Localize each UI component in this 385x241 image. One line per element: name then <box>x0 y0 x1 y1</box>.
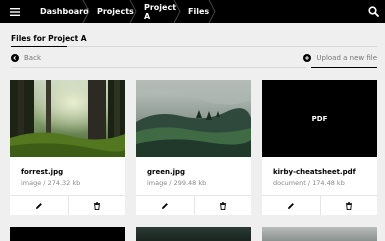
green-hills-photo-thumbnail[interactable] <box>136 80 251 157</box>
title-underline <box>11 46 67 47</box>
file-card-partial[interactable] <box>10 227 125 241</box>
file-card[interactable]: green.jpg image / 299.48 kb <box>136 80 251 215</box>
delete-button[interactable] <box>67 196 126 215</box>
back-label: Back <box>24 54 41 62</box>
file-name[interactable]: forrest.jpg <box>21 168 63 176</box>
breadcrumb-files[interactable]: Files <box>181 0 216 23</box>
breadcrumb-label: Files <box>188 7 210 16</box>
file-name[interactable]: kirby-cheatsheet.pdf <box>273 168 356 176</box>
page-title: Files for Project A <box>11 34 87 43</box>
hamburger-icon <box>10 7 20 16</box>
file-meta: image / 299.48 kb <box>147 179 207 187</box>
pencil-icon <box>161 202 168 209</box>
file-meta: document / 174.48 kb <box>273 179 345 187</box>
trash-icon <box>93 201 100 210</box>
search-button[interactable] <box>361 0 385 23</box>
pdf-label: PDF <box>311 114 328 123</box>
chevron-right-icon <box>129 0 137 23</box>
green-hills-photo-image <box>136 80 251 157</box>
pencil-icon <box>35 202 42 209</box>
edit-button[interactable] <box>136 196 194 215</box>
delete-button[interactable] <box>193 196 252 215</box>
file-card[interactable]: PDF kirby-cheatsheet.pdf document / 174.… <box>262 80 377 215</box>
trash-icon <box>345 201 352 210</box>
breadcrumb: Dashboard Projects Project A Files <box>30 0 216 23</box>
file-meta: image / 274.32 kb <box>21 179 81 187</box>
file-card[interactable]: forrest.jpg image / 274.32 kb <box>10 80 125 215</box>
file-card-partial[interactable] <box>136 227 251 241</box>
forest-photo-thumbnail[interactable] <box>10 80 125 157</box>
top-bar: Dashboard Projects Project A Files <box>0 0 385 23</box>
upload-label: Upload a new file <box>316 54 377 62</box>
upload-underline <box>311 67 377 68</box>
divider <box>11 67 306 68</box>
back-button[interactable]: Back <box>11 54 41 62</box>
chevron-right-icon <box>82 0 90 23</box>
pdf-thumbnail[interactable]: PDF <box>262 80 377 157</box>
breadcrumb-project-a[interactable]: Project A <box>137 0 181 23</box>
upload-button[interactable]: Upload a new file <box>303 54 377 62</box>
delete-button[interactable] <box>319 196 378 215</box>
menu-button[interactable] <box>0 0 30 23</box>
breadcrumb-projects[interactable]: Projects <box>90 0 137 23</box>
file-actions <box>10 195 125 215</box>
chevron-right-icon <box>173 0 181 23</box>
edit-button[interactable] <box>262 196 320 215</box>
pencil-icon <box>287 202 294 209</box>
trash-icon <box>219 201 226 210</box>
arrow-left-circle-icon <box>11 54 19 62</box>
file-actions <box>136 195 251 215</box>
plus-circle-icon <box>303 54 312 62</box>
forest-photo-image <box>10 80 125 157</box>
edit-button[interactable] <box>10 196 68 215</box>
breadcrumb-dashboard[interactable]: Dashboard <box>30 0 90 23</box>
file-card-partial[interactable] <box>262 227 377 241</box>
file-actions <box>262 195 377 215</box>
chevron-right-icon <box>208 0 216 23</box>
file-name[interactable]: green.jpg <box>147 168 185 176</box>
search-icon <box>367 6 379 17</box>
